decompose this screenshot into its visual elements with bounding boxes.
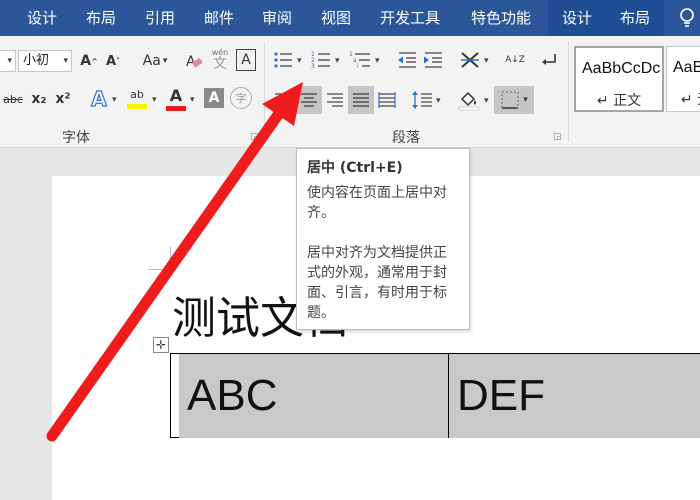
dialog-launcher-icon[interactable]: ◲	[250, 132, 259, 142]
distributed-icon[interactable]	[376, 88, 398, 112]
sort-button[interactable]: A↓Z	[504, 48, 526, 72]
decrease-indent-icon[interactable]	[396, 48, 418, 72]
chinese-layout-icon[interactable]	[458, 48, 482, 72]
group-separator	[568, 42, 569, 142]
dialog-launcher-icon[interactable]: ◲	[553, 132, 562, 142]
line-spacing-icon[interactable]	[410, 88, 434, 112]
chevron-down-icon[interactable]: ▾	[190, 95, 195, 105]
clear-formatting-icon[interactable]: A	[182, 50, 206, 72]
chevron-down-icon: ▾	[63, 56, 68, 66]
chevron-down-icon[interactable]: ▾	[152, 95, 157, 105]
font-name-combo[interactable]: ▾	[0, 50, 16, 72]
tab-table-layout[interactable]: 布局	[606, 0, 664, 36]
svg-text:i: i	[357, 63, 359, 69]
font-color-button[interactable]: A	[164, 86, 188, 112]
svg-text:3: 3	[311, 63, 315, 69]
font-size-value: 小初	[23, 53, 50, 68]
margin-corner-mark	[170, 247, 171, 269]
tooltip-title: 居中 (Ctrl+E)	[307, 160, 403, 176]
change-case-button[interactable]: Aa ▾	[138, 50, 172, 72]
tab-developer[interactable]: 开发工具	[366, 0, 454, 36]
borders-icon	[501, 91, 519, 109]
tooltip-description: 使内容在页面上居中对齐。	[307, 185, 447, 221]
chevron-down-icon[interactable]: ▾	[484, 56, 489, 66]
group-separator	[264, 42, 265, 142]
tab-table-design[interactable]: 设计	[548, 0, 606, 36]
phonetic-guide-button[interactable]: wén 文	[208, 48, 232, 72]
font-size-combo[interactable]: 小初 ▾	[18, 50, 72, 72]
justify-button[interactable]	[348, 86, 374, 114]
increase-indent-icon[interactable]	[422, 48, 444, 72]
enclosed-characters-button[interactable]: 字	[230, 87, 252, 109]
chevron-down-icon[interactable]: ▾	[297, 56, 302, 66]
lightbulb-icon[interactable]	[678, 6, 700, 30]
tab-references[interactable]: 引用	[130, 0, 190, 36]
chevron-down-icon[interactable]: ▾	[375, 56, 380, 66]
tab-design[interactable]: 设计	[12, 0, 72, 36]
text-effects-button[interactable]: A	[88, 86, 110, 111]
tab-review[interactable]: 审阅	[248, 0, 306, 36]
font-group-label: 字体	[62, 130, 90, 146]
shading-icon[interactable]	[456, 88, 482, 112]
table-move-handle-icon[interactable]: ✛	[153, 337, 169, 353]
show-marks-icon[interactable]	[538, 48, 560, 72]
tab-mailings[interactable]: 邮件	[190, 0, 248, 36]
style-normal[interactable]: AaBbCcDc ↵ 正文	[574, 46, 664, 112]
margin-corner-mark	[148, 269, 170, 270]
character-border-button[interactable]: A	[236, 49, 256, 71]
numbering-icon[interactable]: 123	[310, 48, 332, 72]
tab-view[interactable]: 视图	[306, 0, 366, 36]
align-center-button[interactable]	[296, 86, 322, 114]
align-left-icon[interactable]	[272, 88, 294, 112]
style-no-spacing[interactable]: AaB ↵ 无	[666, 46, 700, 112]
chevron-down-icon[interactable]: ▾	[484, 96, 489, 106]
subscript-button[interactable]: x₂	[28, 88, 50, 110]
align-right-icon[interactable]	[324, 88, 346, 112]
superscript-button[interactable]: x²	[52, 88, 74, 110]
chevron-down-icon[interactable]: ▾	[335, 56, 340, 66]
chevron-down-icon[interactable]: ▾	[112, 95, 117, 105]
paragraph-group-label: 段落	[392, 130, 420, 146]
ribbon-tab-bar: 设计 布局 引用 邮件 审阅 视图 开发工具 特色功能 设计 布局	[0, 0, 700, 36]
document-table[interactable]: ABC DEF	[170, 353, 700, 438]
strikethrough-button[interactable]: abc	[0, 88, 26, 110]
styles-gallery: AaBbCcDc ↵ 正文 AaB ↵ 无	[574, 40, 700, 120]
shrink-font-button[interactable]: Aˇ	[102, 50, 124, 72]
tab-special-features[interactable]: 特色功能	[454, 0, 548, 36]
highlight-color-button[interactable]: ab	[124, 86, 150, 112]
tab-layout[interactable]: 布局	[72, 0, 130, 36]
align-center-icon	[301, 93, 317, 107]
grow-font-button[interactable]: A ^	[78, 50, 100, 72]
chevron-down-icon[interactable]: ▾	[436, 96, 441, 106]
borders-button[interactable]: ▾	[494, 86, 534, 114]
multilevel-list-icon[interactable]: 1ai	[348, 48, 372, 72]
character-shading-button[interactable]: A	[204, 88, 224, 108]
bullets-icon[interactable]	[272, 48, 294, 72]
tooltip-detail: 居中对齐为文档提供正式的外观，通常用于封面、引言，有时用于标题。	[307, 245, 447, 321]
align-center-tooltip: 居中 (Ctrl+E) 使内容在页面上居中对齐。 居中对齐为文档提供正式的外观，…	[296, 148, 470, 330]
table-cell[interactable]: ABC	[179, 354, 448, 438]
ribbon-panel: ▾ 小初 ▾ A ^ Aˇ Aa ▾ A wén 文 A abc x₂ x² A ▾…	[0, 36, 700, 148]
justify-icon	[353, 93, 369, 107]
table-cell[interactable]: DEF	[449, 354, 700, 438]
